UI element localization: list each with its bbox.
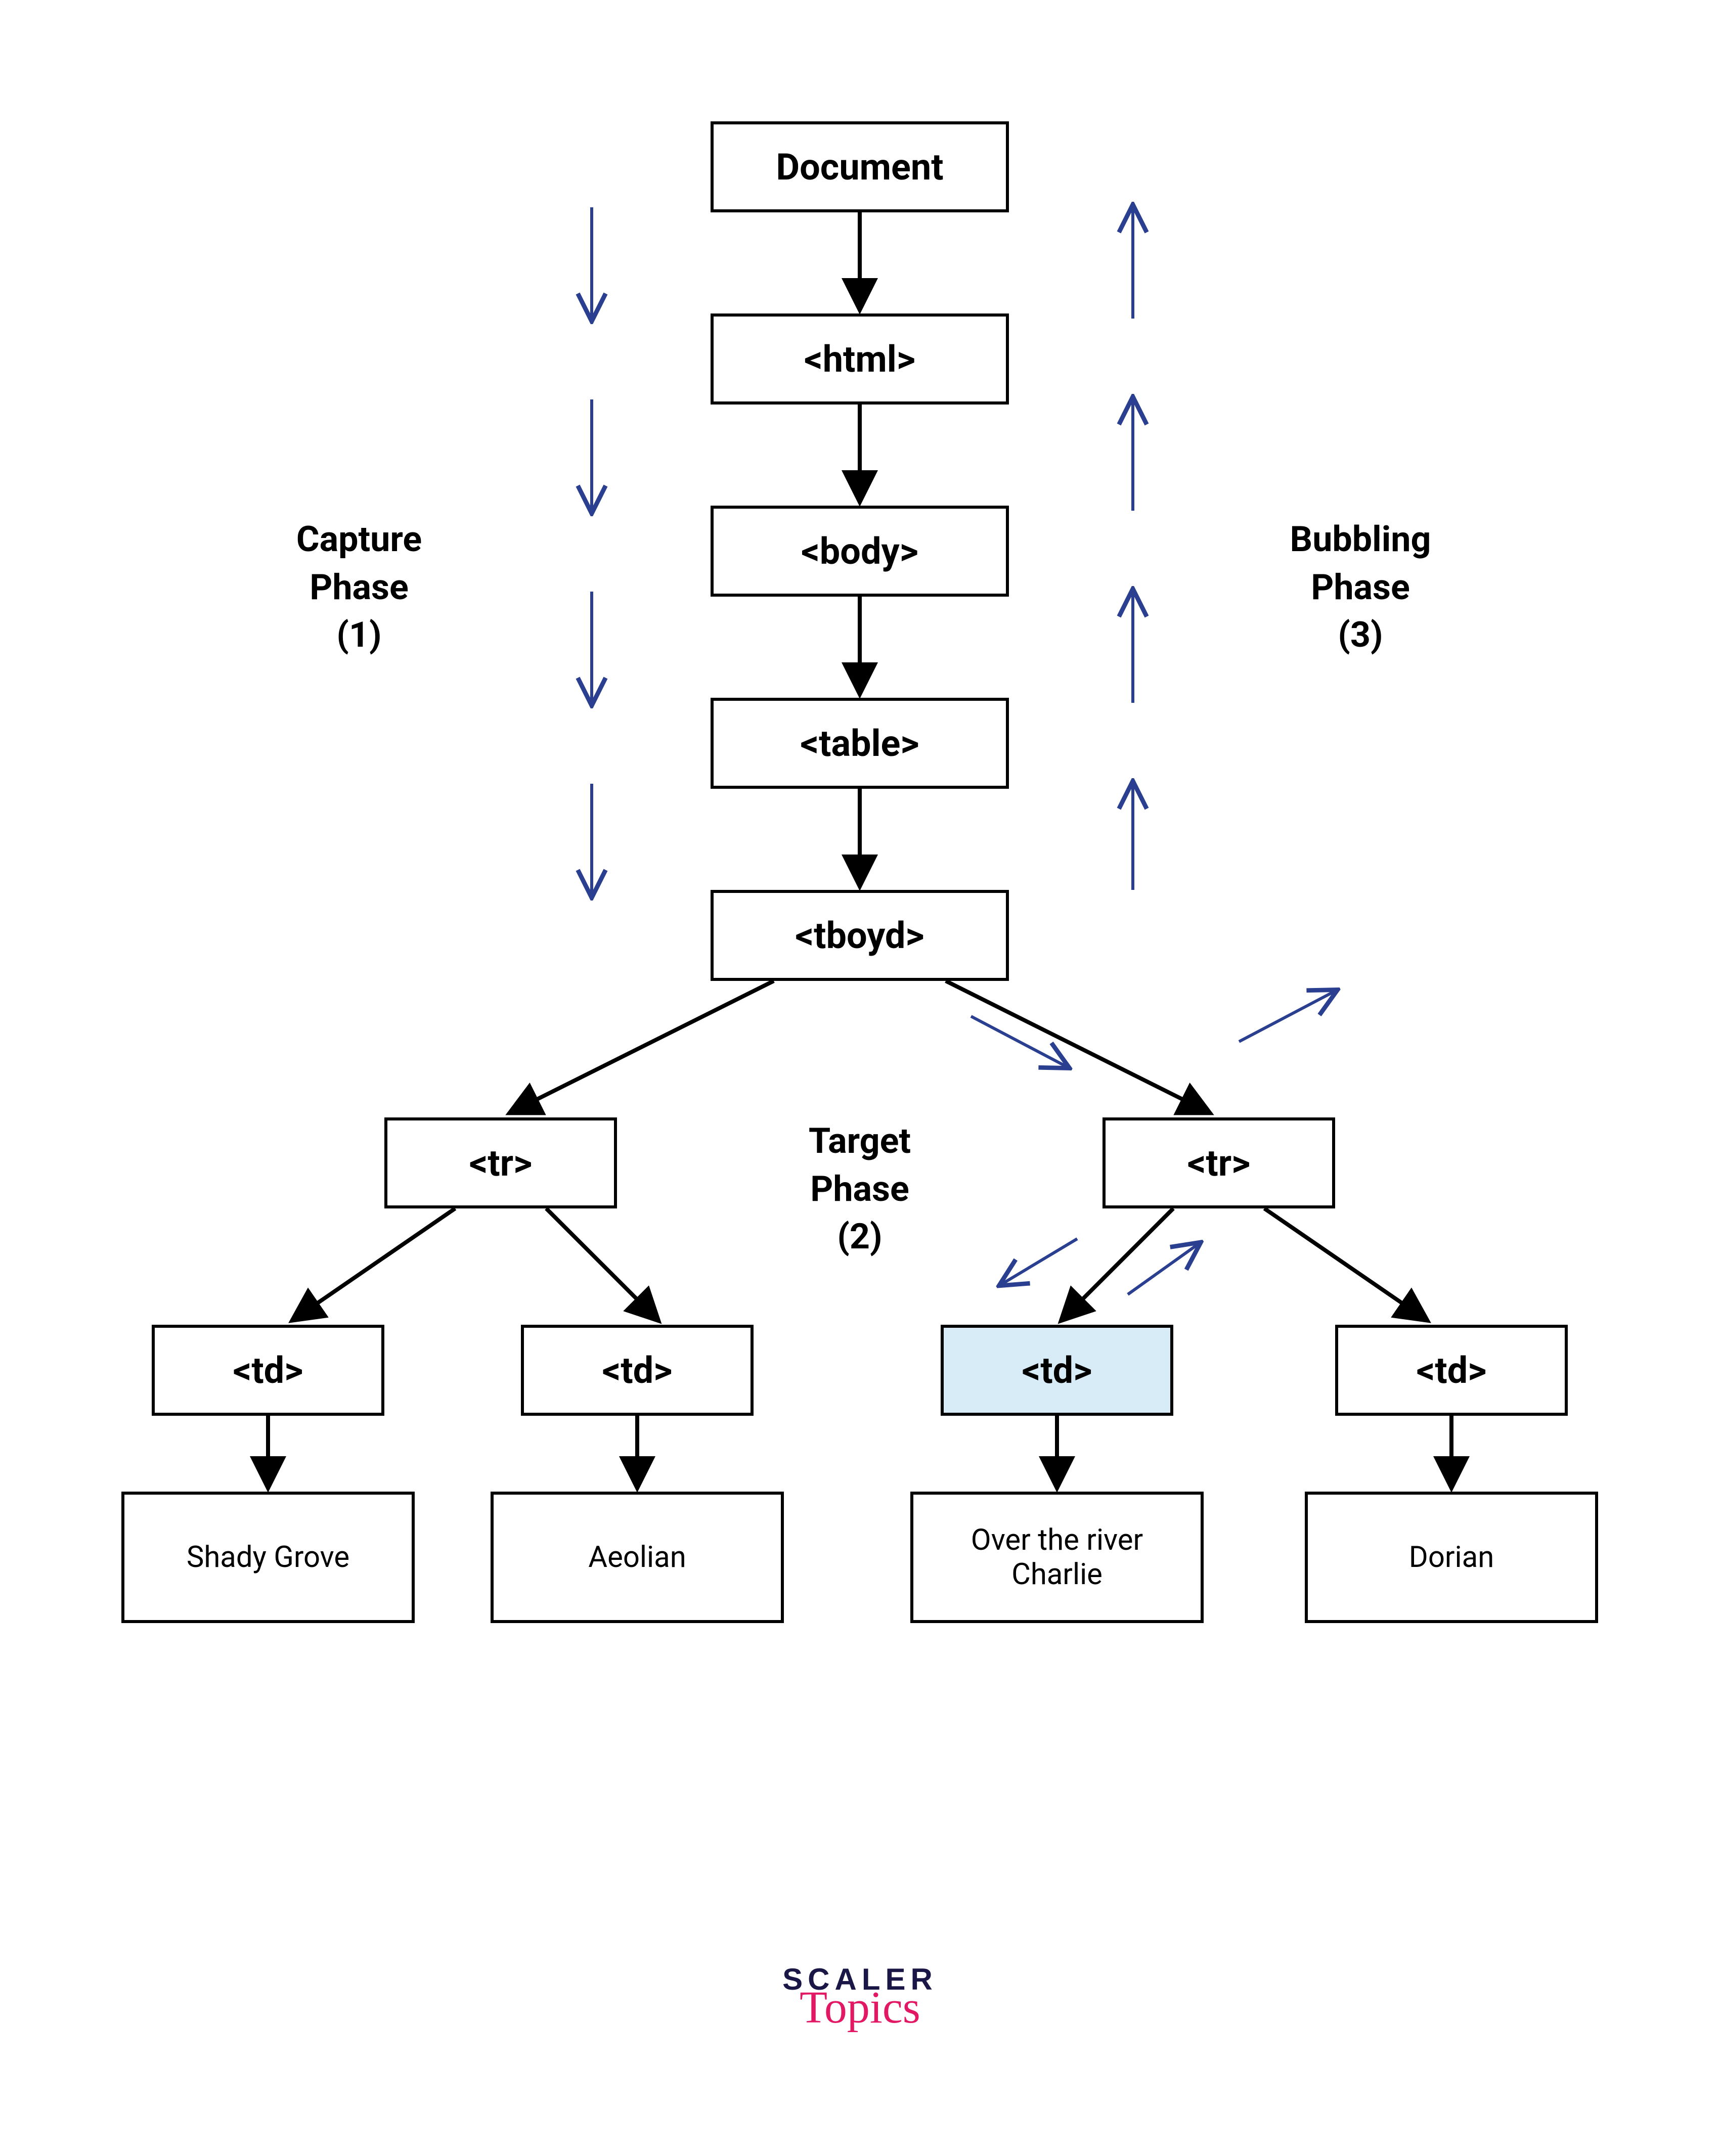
connector-layer <box>0 121 1720 2043</box>
brand-line-2: Topics <box>782 1982 938 2034</box>
leaf-aeolian: Aeolian <box>491 1492 784 1623</box>
event-flow-diagram: Capture Phase (1) Target Phase (2) Bubbl… <box>0 121 1720 2043</box>
node-label: <tboyd> <box>795 914 924 957</box>
node-label: <td> <box>602 1349 673 1392</box>
node-label: Document <box>776 146 943 189</box>
label-text: Bubbling Phase (3) <box>1290 519 1431 656</box>
node-tr-right: <tr> <box>1102 1117 1335 1208</box>
node-label: <table> <box>800 722 919 765</box>
leaf-dorian: Dorian <box>1305 1492 1598 1623</box>
leaf-label: Aeolian <box>588 1540 686 1575</box>
node-label: <td> <box>1417 1349 1487 1392</box>
node-label: <body> <box>801 530 918 573</box>
node-td-3-target: <td> <box>941 1325 1173 1416</box>
target-phase-label: Target Phase (2) <box>764 1117 956 1261</box>
brand-logo: SCALER Topics <box>782 1962 938 2034</box>
node-label: <td> <box>233 1349 303 1392</box>
node-tbody: <tboyd> <box>711 890 1009 981</box>
bubbling-phase-label: Bubbling Phase (3) <box>1249 516 1472 659</box>
capture-phase-label: Capture Phase (1) <box>253 516 465 659</box>
node-tr-left: <tr> <box>384 1117 617 1208</box>
node-label: <tr> <box>1187 1142 1251 1185</box>
node-body: <body> <box>711 506 1009 597</box>
node-document: Document <box>711 121 1009 212</box>
node-table: <table> <box>711 698 1009 789</box>
leaf-label: Shady Grove <box>187 1540 349 1575</box>
leaf-label: Dorian <box>1409 1540 1494 1575</box>
label-text: Target Phase (2) <box>809 1120 911 1257</box>
node-label: <td> <box>1022 1349 1092 1392</box>
label-text: Capture Phase (1) <box>296 519 422 656</box>
node-td-1: <td> <box>152 1325 384 1416</box>
node-label: <html> <box>804 338 915 381</box>
node-td-2: <td> <box>521 1325 754 1416</box>
node-td-4: <td> <box>1335 1325 1568 1416</box>
leaf-label: Over the river Charlie <box>929 1523 1185 1592</box>
node-html: <html> <box>711 313 1009 405</box>
leaf-over-the-river-charlie: Over the river Charlie <box>910 1492 1204 1623</box>
leaf-shady-grove: Shady Grove <box>121 1492 415 1623</box>
node-label: <tr> <box>469 1142 533 1185</box>
